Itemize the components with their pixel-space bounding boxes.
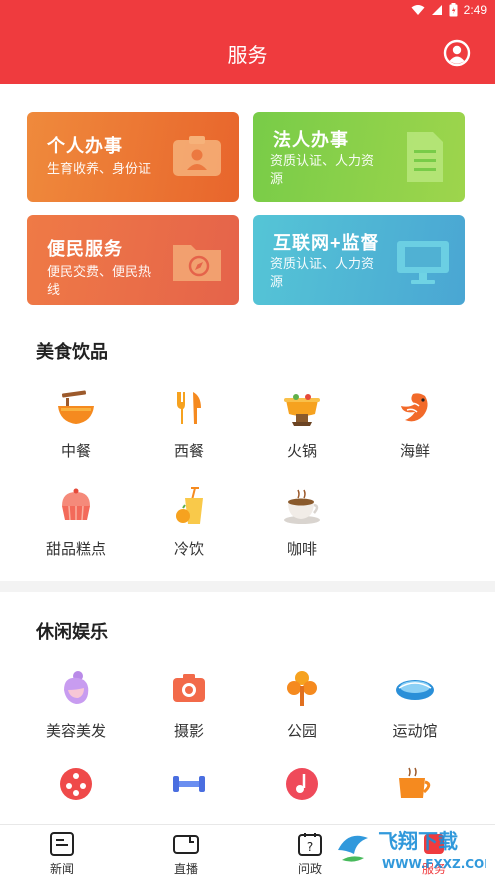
tab-live[interactable]: 直播 xyxy=(146,831,226,877)
card-subtitle: 便民交费、便民热线 xyxy=(47,264,152,297)
tea-cup-icon xyxy=(399,767,431,798)
watermark-text: 飞翔下载 xyxy=(378,829,458,853)
shrimp-icon xyxy=(401,393,428,422)
food-item-label: 西餐 xyxy=(173,443,204,460)
card-title: 个人办事 xyxy=(47,136,123,156)
leisure-item-beauty[interactable]: 美容美发 xyxy=(21,668,131,741)
cold-drink-icon xyxy=(176,487,203,524)
card-convenience-services[interactable]: 便民服务 便民交费、便民热线 xyxy=(27,215,239,305)
card-subtitle: 资质认证、人力资源 xyxy=(270,256,375,289)
cupcake-icon xyxy=(62,488,90,521)
food-item-label: 冷饮 xyxy=(173,541,204,558)
leisure-section-heading: 休闲娱乐 xyxy=(36,622,108,642)
leisure-item-park[interactable]: 公园 xyxy=(247,668,357,741)
person-circle-icon[interactable] xyxy=(443,39,471,67)
fork-knife-icon xyxy=(177,392,201,424)
leisure-item-label: 运动馆 xyxy=(392,723,438,740)
coffee-cup-icon xyxy=(284,489,320,524)
id-card-icon xyxy=(173,136,221,176)
tree-icon xyxy=(287,671,317,706)
status-bar: 2:49 xyxy=(0,0,495,22)
svg-text:?: ? xyxy=(307,840,313,854)
card-title: 互联网+监督 xyxy=(273,233,380,253)
card-subtitle: 生育收养、身份证 xyxy=(47,161,152,176)
video-camera-icon xyxy=(173,835,199,854)
card-title: 便民服务 xyxy=(47,239,123,259)
site-watermark: 飞翔下载 WWW.FXXZ.COM xyxy=(330,826,486,871)
service-section: 个人办事 生育收养、身份证 法人办事 资质认证、人力资源 便民服务 便民交费、便… xyxy=(0,84,495,581)
food-item-dessert[interactable]: 甜品糕点 xyxy=(21,486,131,559)
news-icon xyxy=(50,832,74,856)
status-time: 2:49 xyxy=(463,3,487,17)
leisure-item-tea[interactable] xyxy=(360,764,470,804)
scroll-content[interactable]: 个人办事 生育收养、身份证 法人办事 资质认证、人力资源 便民服务 便民交费、便… xyxy=(0,84,495,824)
leisure-item-music[interactable] xyxy=(247,764,357,804)
food-item-seafood[interactable]: 海鲜 xyxy=(360,388,470,461)
card-personal-affairs[interactable]: 个人办事 生育收养、身份证 xyxy=(27,112,239,202)
food-item-chinese[interactable]: 中餐 xyxy=(21,388,131,461)
battery-icon xyxy=(449,3,458,17)
leisure-item-film[interactable] xyxy=(21,764,131,804)
leisure-item-stadium[interactable]: 运动馆 xyxy=(360,668,470,741)
document-icon xyxy=(407,132,443,182)
leisure-item-label: 公园 xyxy=(286,723,317,740)
camera-icon xyxy=(173,674,205,702)
food-item-label: 中餐 xyxy=(60,443,91,460)
dumbbell-icon xyxy=(173,776,205,792)
food-item-cold-drink[interactable]: 冷饮 xyxy=(134,486,244,559)
page-title: 服务 xyxy=(227,45,268,67)
signal-icon xyxy=(431,5,442,15)
leisure-item-photography[interactable]: 摄影 xyxy=(134,668,244,741)
card-internet-supervision[interactable]: 互联网+监督 资质认证、人力资源 xyxy=(253,215,465,305)
card-subtitle: 资质认证、人力资源 xyxy=(270,153,375,186)
leisure-item-fitness[interactable] xyxy=(134,764,244,804)
tab-label: 直播 xyxy=(173,862,198,876)
food-item-label: 火锅 xyxy=(286,443,317,460)
hotpot-icon xyxy=(284,394,320,426)
question-calendar-icon: ? xyxy=(298,833,322,856)
music-note-icon xyxy=(286,768,318,800)
folder-compass-icon xyxy=(173,245,221,281)
beauty-face-icon xyxy=(64,671,89,704)
food-item-western[interactable]: 西餐 xyxy=(134,388,244,461)
food-item-label: 海鲜 xyxy=(399,443,430,460)
card-legal-affairs[interactable]: 法人办事 资质认证、人力资源 xyxy=(253,112,465,202)
food-section-heading: 美食饮品 xyxy=(36,342,108,362)
leisure-item-label: 美容美发 xyxy=(45,723,106,740)
leisure-section: 休闲娱乐 美容美发 摄影 公园 运动馆 xyxy=(0,592,495,824)
food-item-label: 咖啡 xyxy=(286,541,317,558)
watermark-url: WWW.FXXZ.COM xyxy=(382,857,486,871)
tab-label: 新闻 xyxy=(49,862,74,876)
tab-news[interactable]: 新闻 xyxy=(22,831,102,877)
monitor-icon xyxy=(397,241,449,284)
film-reel-icon xyxy=(60,768,92,800)
noodle-bowl-icon xyxy=(58,390,94,424)
stadium-icon xyxy=(396,680,434,700)
food-item-coffee[interactable]: 咖啡 xyxy=(247,486,357,559)
wifi-icon xyxy=(411,5,425,15)
card-title: 法人办事 xyxy=(273,130,349,150)
food-item-label: 甜品糕点 xyxy=(45,541,106,558)
leisure-item-label: 摄影 xyxy=(173,723,204,740)
food-item-hotpot[interactable]: 火锅 xyxy=(247,388,357,461)
app-header: 服务 xyxy=(0,22,495,84)
